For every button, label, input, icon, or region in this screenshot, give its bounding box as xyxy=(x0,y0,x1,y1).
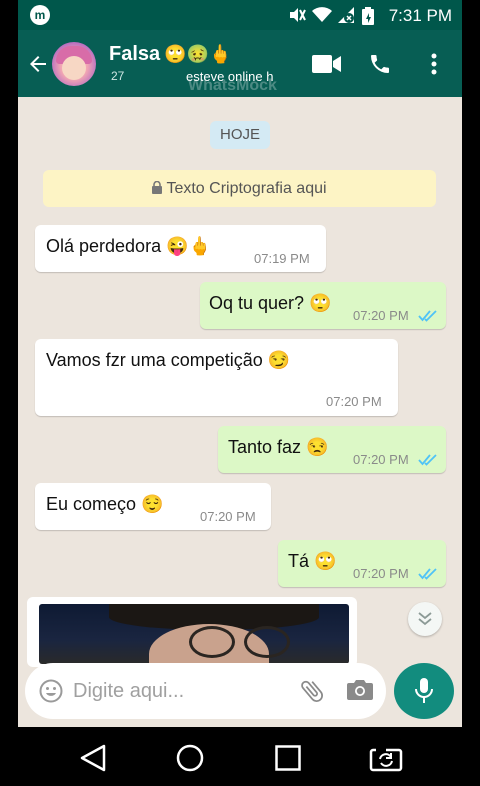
signal-icon xyxy=(338,7,354,23)
message-time: 07:20 PM xyxy=(353,308,409,323)
status-bar: m 7:31 PM xyxy=(18,0,462,30)
contact-name: Falsa xyxy=(109,43,161,65)
message-incoming[interactable]: Eu começo 😌 07:20 PM xyxy=(35,483,271,530)
chat-header: Falsa 🙄🤢🖕 27 esteve online h WhatsMock xyxy=(18,30,462,97)
subtitle-count: 27 xyxy=(111,69,125,83)
message-time: 07:20 PM xyxy=(353,452,409,467)
photo-thumbnail[interactable] xyxy=(39,604,349,664)
lock-icon xyxy=(152,180,163,194)
mute-icon xyxy=(290,8,306,22)
camera-icon[interactable] xyxy=(347,678,373,702)
message-outgoing[interactable]: Tá 🙄 07:20 PM xyxy=(278,540,446,587)
app-logo-icon: m xyxy=(30,5,50,25)
message-text: Olá perdedora 😜🖕 xyxy=(46,236,211,256)
date-label: HOJE xyxy=(210,121,270,149)
chevron-down-icon xyxy=(418,612,432,626)
wifi-icon xyxy=(312,7,332,22)
nav-recents-icon[interactable] xyxy=(275,745,301,771)
contact-avatar[interactable] xyxy=(52,42,96,86)
encryption-notice-text: Texto Criptografia aqui xyxy=(166,180,327,197)
emoji-icon[interactable] xyxy=(39,679,63,703)
message-text: Eu começo 😌 xyxy=(46,494,164,514)
more-vert-icon[interactable] xyxy=(428,52,440,76)
contact-name-emojis: 🙄🤢🖕 xyxy=(164,44,232,64)
message-incoming[interactable]: Olá perdedora 😜🖕 07:19 PM xyxy=(35,225,326,272)
battery-icon xyxy=(362,7,374,25)
message-text: Vamos fzr uma competição 😏 xyxy=(46,350,291,370)
nav-home-icon[interactable] xyxy=(176,744,204,772)
screen-rotate-icon[interactable] xyxy=(369,743,403,773)
system-nav-bar xyxy=(0,727,480,786)
read-ticks-icon xyxy=(418,454,437,466)
back-arrow-icon[interactable] xyxy=(26,52,50,76)
nav-back-icon[interactable] xyxy=(80,744,106,772)
attach-icon[interactable] xyxy=(298,677,326,705)
message-outgoing[interactable]: Oq tu quer? 🙄 07:20 PM xyxy=(200,282,446,329)
message-incoming[interactable]: Vamos fzr uma competição 😏 07:20 PM xyxy=(35,339,398,416)
chat-area[interactable]: HOJE Texto Criptografia aqui Olá perdedo… xyxy=(18,97,462,727)
message-time: 07:19 PM xyxy=(254,251,310,266)
message-outgoing[interactable]: Tanto faz 😒 07:20 PM xyxy=(218,426,446,473)
message-text: Oq tu quer? 🙄 xyxy=(209,293,332,313)
message-time: 07:20 PM xyxy=(200,509,256,524)
message-text: Tanto faz 😒 xyxy=(228,437,329,457)
scroll-to-bottom-button[interactable] xyxy=(408,602,442,636)
video-call-icon[interactable] xyxy=(312,54,342,74)
phone-icon[interactable] xyxy=(368,52,392,76)
message-incoming-image[interactable] xyxy=(27,597,357,667)
message-input-bar xyxy=(25,663,386,719)
message-text: Tá 🙄 xyxy=(288,551,337,571)
read-ticks-icon xyxy=(418,568,437,580)
read-ticks-icon xyxy=(418,310,437,322)
contact-name-row[interactable]: Falsa 🙄🤢🖕 xyxy=(109,43,231,66)
message-time: 07:20 PM xyxy=(353,566,409,581)
clock: 7:31 PM xyxy=(388,6,452,25)
status-icons xyxy=(288,7,374,25)
message-input[interactable] xyxy=(71,675,285,707)
encryption-notice[interactable]: Texto Criptografia aqui xyxy=(43,170,436,207)
message-time: 07:20 PM xyxy=(326,394,382,409)
watermark: WhatsMock xyxy=(188,77,277,94)
mic-button[interactable] xyxy=(394,663,454,719)
mic-icon xyxy=(415,678,433,703)
